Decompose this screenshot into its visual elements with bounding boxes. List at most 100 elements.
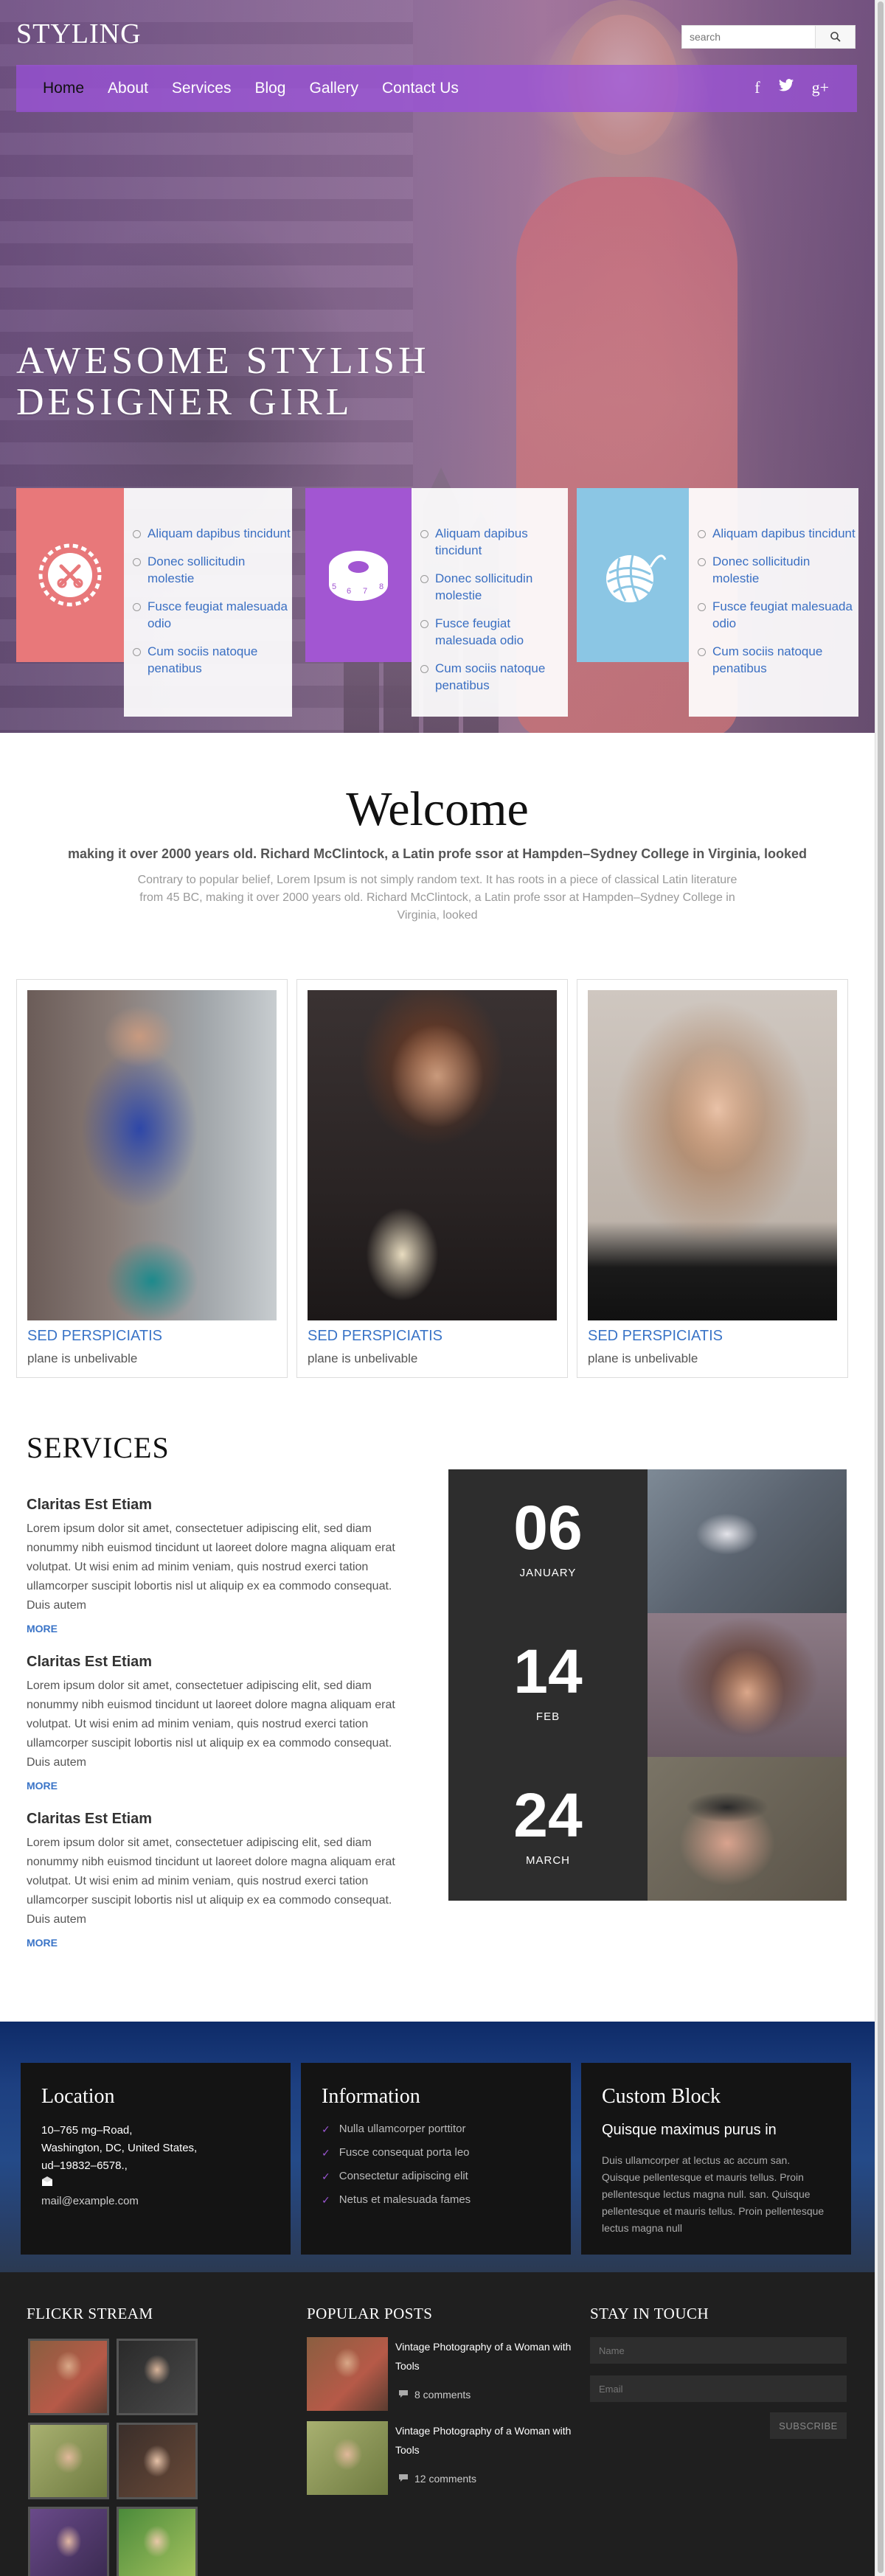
check-icon: ✓	[322, 2147, 330, 2159]
email-link[interactable]: mail@example.com	[41, 2193, 270, 2210]
nav-contact-us[interactable]: Contact Us	[382, 80, 459, 97]
post-title[interactable]: Vintage Photography of a Woman with Tool…	[395, 2337, 572, 2375]
location-box: Location 10–765 mg–Road, Washington, DC,…	[21, 2063, 291, 2255]
page-scrollbar[interactable]	[875, 0, 885, 2576]
feature-link[interactable]: Donec sollicitudin molestie	[420, 570, 568, 604]
service-item: Claritas Est Etiam Lorem ipsum dolor sit…	[27, 1497, 404, 1635]
nav-services[interactable]: Services	[172, 80, 232, 97]
feature-link[interactable]: Donec sollicitudin molestie	[698, 553, 858, 587]
service-text: Lorem ipsum dolor sit amet, consectetuer…	[27, 1522, 395, 1612]
gallery-card[interactable]: SED PERSPICIATIS plane is unbelivable	[577, 979, 848, 1378]
nav-gallery[interactable]: Gallery	[309, 80, 358, 97]
popular-posts-title: POPULAR POSTS	[307, 2305, 433, 2322]
service-more-link[interactable]: MORE	[27, 1937, 404, 1949]
tape-number: 8	[379, 582, 384, 591]
service-more-link[interactable]: MORE	[27, 1623, 404, 1635]
date-photo	[648, 1613, 847, 1757]
address-line: Washington, DC, United States,	[41, 2142, 198, 2154]
service-item: Claritas Est Etiam Lorem ipsum dolor sit…	[27, 1654, 404, 1792]
subscribe-button[interactable]: SUBSCRIBE	[770, 2412, 847, 2439]
gallery-title[interactable]: SED PERSPICIATIS	[308, 1328, 442, 1345]
flickr-thumbnail[interactable]	[117, 2423, 198, 2499]
feature-link[interactable]: Fusce feugiat malesuada odio	[420, 615, 568, 649]
post-comments-count: 12 comments	[414, 2473, 477, 2485]
flickr-thumbnail[interactable]	[28, 2423, 109, 2499]
address-line: ud–19832–6578.,	[41, 2159, 128, 2172]
information-link-label: Consectetur adipiscing elit	[339, 2170, 468, 2182]
date-tile[interactable]: 06 JANUARY	[448, 1469, 648, 1613]
nav-home[interactable]: Home	[43, 80, 84, 97]
social-links: f g+	[754, 78, 829, 97]
location-title: Location	[41, 2085, 115, 2108]
check-icon: ✓	[322, 2123, 330, 2135]
nav-blog[interactable]: Blog	[254, 80, 285, 97]
information-link[interactable]: ✓ Netus et malesuada fames	[322, 2193, 550, 2207]
stay-in-touch-title: STAY IN TOUCH	[590, 2305, 709, 2322]
search-button[interactable]	[816, 25, 856, 49]
search-bar	[681, 25, 856, 49]
date-day: 24	[513, 1780, 583, 1850]
flickr-title: FLICKR STREAM	[27, 2305, 153, 2322]
feature-card-list: Aliquam dapibus tincidunt Donec sollicit…	[689, 488, 858, 717]
hero-title: AWESOME STYLISH DESIGNER GIRL	[16, 341, 430, 423]
feature-link[interactable]: Cum sociis natoque penatibus	[420, 660, 568, 694]
information-box: Information ✓ Nulla ullamcorper porttitor…	[301, 2063, 571, 2255]
site-logo[interactable]: STYLING	[16, 18, 142, 50]
feature-card-icon-panel: 5 6 7 8	[305, 488, 412, 662]
flickr-thumbnail[interactable]	[28, 2339, 109, 2415]
comment-icon	[398, 2473, 409, 2485]
facebook-icon[interactable]: f	[754, 78, 760, 97]
address-line: 10–765 mg–Road,	[41, 2124, 133, 2137]
post-title[interactable]: Vintage Photography of a Woman with Tool…	[395, 2421, 572, 2460]
gallery-photo	[308, 990, 557, 1320]
information-link[interactable]: ✓ Consectetur adipiscing elit	[322, 2169, 550, 2184]
feature-link[interactable]: Fusce feugiat malesuada odio	[698, 598, 858, 632]
feature-link[interactable]: Cum sociis natoque penatibus	[133, 643, 292, 677]
flickr-thumbnail[interactable]	[117, 2507, 198, 2576]
gallery-title[interactable]: SED PERSPICIATIS	[27, 1328, 162, 1345]
information-link-label: Netus et malesuada fames	[339, 2193, 471, 2206]
date-photo	[648, 1757, 847, 1901]
feature-link[interactable]: Aliquam dapibus tincidunt	[420, 525, 568, 559]
feature-link[interactable]: Aliquam dapibus tincidunt	[698, 525, 858, 542]
welcome-title: Welcome	[346, 782, 529, 836]
scrollbar-thumb[interactable]	[878, 1, 884, 2573]
feature-link[interactable]: Donec sollicitudin molestie	[133, 553, 292, 587]
service-text: Lorem ipsum dolor sit amet, consectetuer…	[27, 1837, 395, 1926]
tape-number: 7	[363, 587, 367, 596]
information-title: Information	[322, 2085, 420, 2108]
custom-block-box: Custom Block Quisque maximus purus in Du…	[581, 2063, 851, 2255]
date-tile[interactable]: 24 MARCH	[448, 1757, 648, 1901]
information-link[interactable]: ✓ Fusce consequat porta leo	[322, 2145, 550, 2160]
post-thumbnail[interactable]	[307, 2337, 388, 2411]
post-thumbnail[interactable]	[307, 2421, 388, 2495]
feature-link[interactable]: Cum sociis natoque penatibus	[698, 643, 858, 677]
flickr-thumbnail[interactable]	[117, 2339, 198, 2415]
gallery-title[interactable]: SED PERSPICIATIS	[588, 1328, 723, 1345]
gallery-card[interactable]: SED PERSPICIATIS plane is unbelivable	[16, 979, 288, 1378]
search-input[interactable]	[681, 25, 816, 49]
nav-about[interactable]: About	[108, 80, 148, 97]
feature-card: 5 6 7 8 Aliquam dapibus tincidunt Donec …	[305, 488, 568, 717]
feature-link[interactable]: Fusce feugiat malesuada odio	[133, 598, 292, 632]
comment-icon	[398, 2389, 409, 2401]
custom-block-text: Duis ullamcorper at lectus ac accum san.…	[602, 2154, 825, 2234]
tape-number: 6	[347, 587, 351, 596]
name-input[interactable]	[590, 2337, 847, 2364]
check-icon: ✓	[322, 2194, 330, 2206]
date-tile[interactable]: 14 FEB	[448, 1613, 648, 1757]
googleplus-icon[interactable]: g+	[812, 78, 829, 97]
service-heading: Claritas Est Etiam	[27, 1497, 153, 1513]
flickr-thumbnail[interactable]	[28, 2507, 109, 2576]
feature-card-list: Aliquam dapibus tincidunt Donec sollicit…	[412, 488, 568, 717]
feature-link[interactable]: Aliquam dapibus tincidunt	[133, 525, 292, 542]
information-link[interactable]: ✓ Nulla ullamcorper porttitor	[322, 2122, 550, 2137]
information-link-label: Nulla ullamcorper porttitor	[339, 2123, 466, 2135]
service-more-link[interactable]: MORE	[27, 1780, 404, 1792]
date-day: 06	[513, 1493, 583, 1562]
date-month: FEB	[535, 1710, 560, 1723]
twitter-icon[interactable]	[778, 78, 794, 97]
gallery-card[interactable]: SED PERSPICIATIS plane is unbelivable	[296, 979, 568, 1378]
email-input[interactable]	[590, 2375, 847, 2402]
search-icon	[830, 32, 841, 42]
